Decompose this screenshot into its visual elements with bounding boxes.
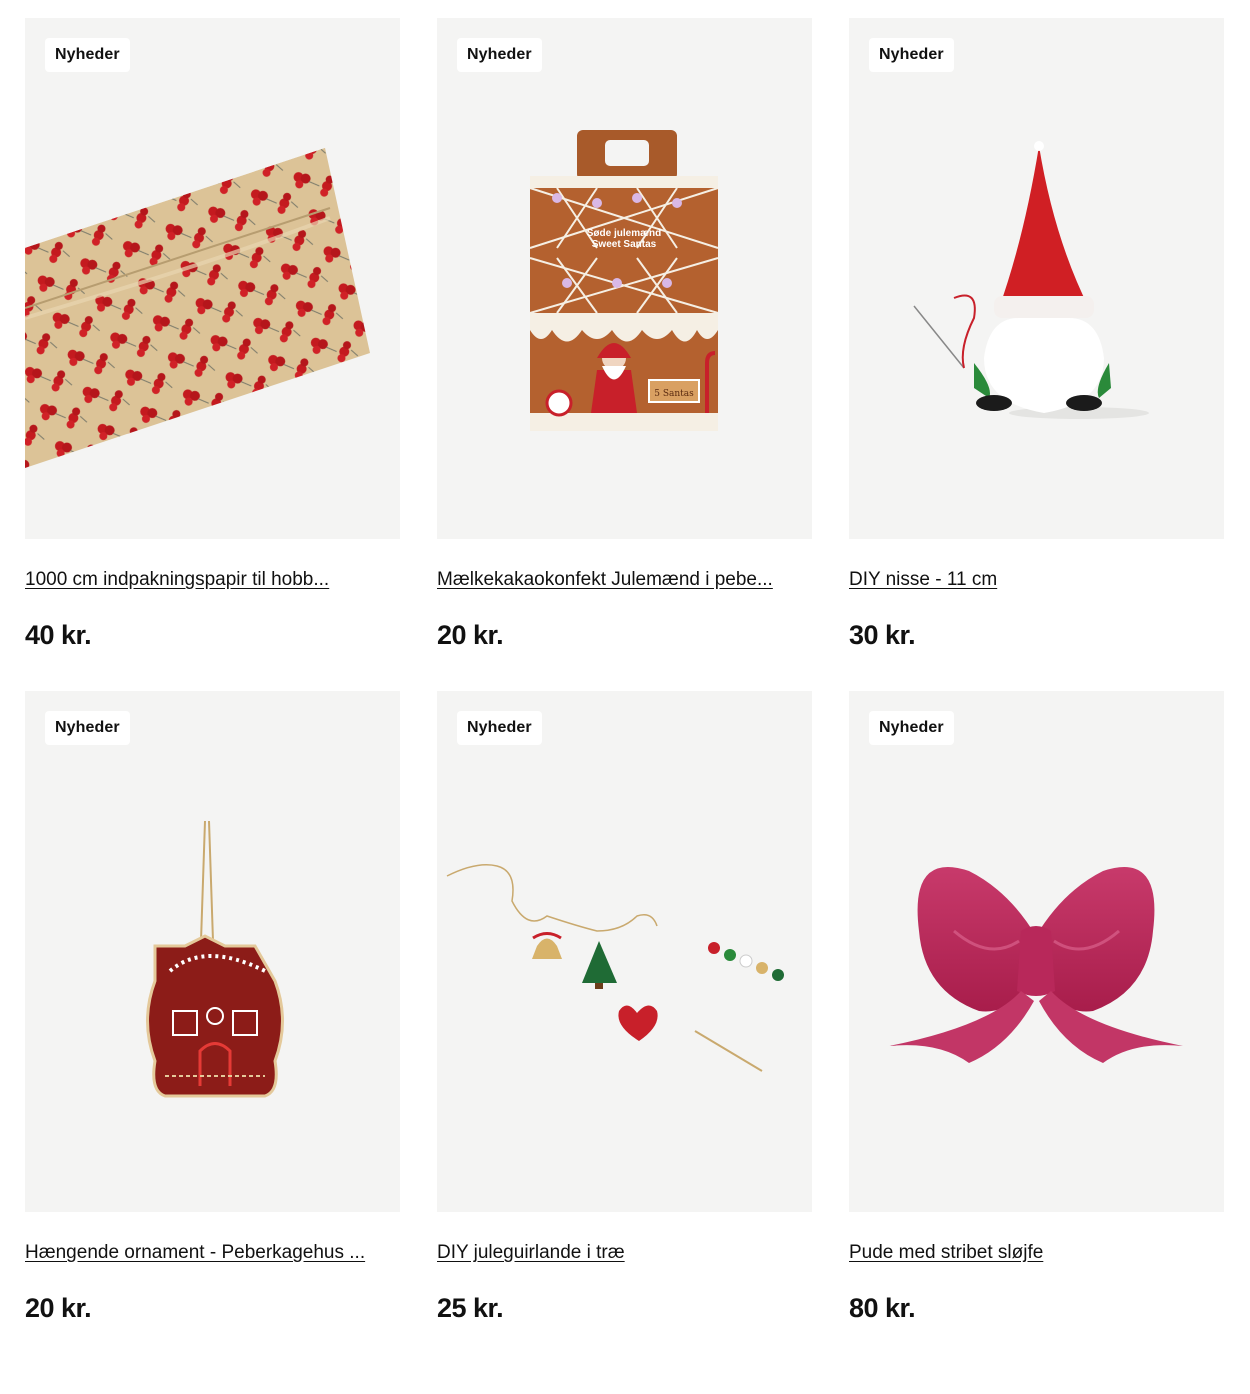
product-title[interactable]: Pude med stribet sløjfe <box>849 1241 1224 1265</box>
new-badge: Nyheder <box>45 38 130 72</box>
box-label-line2: Sweet Santas <box>592 239 657 250</box>
product-card[interactable]: Nyheder Pude med stribet sløjfe 80 kr. <box>849 691 1224 1324</box>
product-title[interactable]: Hængende ornament - Peberkagehus ... <box>25 1241 400 1265</box>
product-image-area[interactable]: Søde julemænd Sweet Santas 5 Santas Nyhe… <box>437 18 812 539</box>
product-card[interactable]: Nyheder Hængende ornament - Peberkagehus… <box>25 691 400 1324</box>
gingerbread-ornament-image <box>146 820 284 1098</box>
gingerbread-box-image: Søde julemænd Sweet Santas 5 Santas <box>529 130 719 431</box>
box-label-line1: Søde julemænd <box>587 228 661 239</box>
product-price: 20 kr. <box>437 620 504 650</box>
product-card[interactable]: Søde julemænd Sweet Santas 5 Santas Nyhe… <box>437 18 812 651</box>
product-card[interactable]: Nyheder DIY juleguirlande i træ 25 kr. <box>437 691 812 1324</box>
product-image-area[interactable]: Nyheder <box>25 691 400 1212</box>
product-price: 25 kr. <box>437 1293 504 1323</box>
product-title[interactable]: DIY juleguirlande i træ <box>437 1241 812 1265</box>
new-badge: Nyheder <box>457 711 542 745</box>
product-card[interactable]: Nyheder 1000 cm indpakningspapir til hob… <box>25 18 400 651</box>
product-image-area[interactable]: Nyheder <box>849 691 1224 1212</box>
product-price: 40 kr. <box>25 620 92 650</box>
product-image-area[interactable]: Nyheder <box>849 18 1224 539</box>
gnome-image <box>913 141 1149 419</box>
product-title[interactable]: DIY nisse - 11 cm <box>849 568 1224 592</box>
garland-kit-image <box>446 864 784 1072</box>
product-title[interactable]: Mælkekakaokonfekt Julemænd i pebe... <box>437 568 812 592</box>
new-badge: Nyheder <box>869 38 954 72</box>
product-card[interactable]: Nyheder DIY nisse - 11 cm 30 kr. <box>849 18 1224 651</box>
product-price: 20 kr. <box>25 1293 92 1323</box>
box-sign-text: 5 Santas <box>654 389 694 399</box>
product-image-area[interactable]: Nyheder <box>437 691 812 1212</box>
product-title[interactable]: 1000 cm indpakningspapir til hobb... <box>25 568 400 592</box>
product-price: 30 kr. <box>849 620 916 650</box>
bow-cushion-image <box>889 867 1183 1063</box>
product-price: 80 kr. <box>849 1293 916 1323</box>
new-badge: Nyheder <box>457 38 542 72</box>
new-badge: Nyheder <box>45 711 130 745</box>
new-badge: Nyheder <box>869 711 954 745</box>
product-image-area[interactable]: Nyheder <box>25 18 400 539</box>
wrapping-paper-image <box>25 148 370 468</box>
product-grid: Nyheder 1000 cm indpakningspapir til hob… <box>25 18 1225 1324</box>
